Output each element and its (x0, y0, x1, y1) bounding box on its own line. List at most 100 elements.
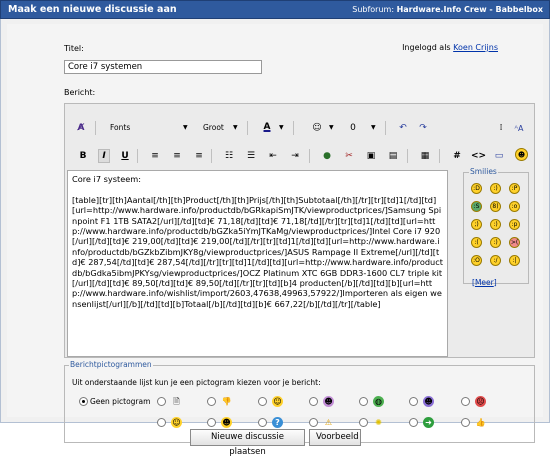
toggle-mode-icon[interactable]: ⁞ (495, 121, 507, 135)
logged-in-info: Ingelogd als Koen Crijns (402, 43, 498, 52)
smiley-shy-icon[interactable]: :) (490, 219, 501, 230)
pictogram-radio-thumbs-down[interactable] (207, 397, 216, 406)
php-icon[interactable]: ▭ (493, 149, 505, 163)
spellcheck-icon[interactable]: ᴬA (513, 121, 525, 135)
chevron-down-icon[interactable]: ▼ (371, 124, 376, 131)
subforum-label: Subforum: (352, 5, 395, 14)
smiley-confused-icon[interactable]: :o (509, 201, 520, 212)
more-smilies-link[interactable]: [Meer] (472, 278, 497, 287)
pictogram-radio-angry[interactable] (461, 397, 470, 406)
title-input[interactable] (64, 60, 262, 74)
pictogram-radio-idea[interactable] (359, 418, 368, 427)
align-right-icon[interactable]: ≡ (193, 149, 205, 163)
message-label: Bericht: (64, 88, 96, 97)
pictogram-radio-arrow[interactable] (409, 418, 418, 427)
toolbar-divider (293, 121, 294, 135)
chevron-down-icon[interactable]: ▼ (233, 124, 238, 131)
preview-button[interactable]: Voorbeeld (309, 429, 361, 446)
pictogram-radio-smile[interactable] (258, 397, 267, 406)
pictogram-radio-grin[interactable] (309, 397, 318, 406)
page-title: Maak een nieuwe discussie aan (8, 4, 177, 15)
window-header: Maak een nieuwe discussie aan Subforum: … (0, 0, 550, 19)
chevron-down-icon[interactable]: ▼ (183, 124, 188, 131)
smiley-frown-icon[interactable]: :| (509, 255, 520, 266)
cool-icon: ☻ (221, 417, 232, 428)
smilies-box: Smilies :D :) :P :S 8) :o ;) :) :p :( :)… (463, 167, 529, 287)
pictogram-radio-document[interactable] (157, 397, 166, 406)
toolbar-divider (407, 149, 408, 163)
thumbs-down-icon: 👎 (221, 397, 232, 406)
chevron-down-icon[interactable]: ▼ (329, 124, 334, 131)
insert-media-icon[interactable]: ▤ (387, 149, 399, 163)
smiley-icon[interactable]: ☻ (515, 148, 528, 161)
pictogram-radio-thumbs-up[interactable] (461, 418, 470, 427)
font-family-dropdown[interactable]: Fonts (110, 123, 130, 132)
smiley-sad-icon[interactable]: :( (471, 237, 482, 248)
message-textarea[interactable]: Core i7 systeem: [table][tr][th]Aantal[/… (67, 170, 448, 357)
rich-text-editor: A̸ Fonts ▼ Groot ▼ A ▼ ☺ ▼ 0 ▼ ↶ ↷ ⁞ ᴬA (64, 103, 535, 358)
insert-link-icon[interactable]: ● (321, 149, 333, 163)
align-left-icon[interactable]: ≡ (149, 149, 161, 163)
globe-icon: ◍ (373, 396, 384, 407)
smiley-wink-icon[interactable]: ;) (471, 219, 482, 230)
toolbar-divider (309, 149, 310, 163)
pictogram-radio-cool[interactable] (207, 418, 216, 427)
pictogram-radio-question[interactable] (258, 418, 267, 427)
chevron-down-icon[interactable]: ▼ (279, 124, 284, 131)
smilies-legend: Smilies (469, 167, 498, 176)
bold-icon[interactable]: B (77, 149, 89, 163)
font-style-icon[interactable]: A̸ (75, 121, 87, 135)
pictogram-legend: Berichtpictogrammen (69, 360, 153, 369)
question-icon: ? (272, 417, 283, 428)
insert-quote-icon[interactable]: ▦ (419, 149, 431, 163)
smiley-happy-icon[interactable]: :) (490, 183, 501, 194)
redo-icon[interactable]: ↷ (417, 121, 429, 135)
user-link[interactable]: Koen Crijns (453, 43, 498, 52)
smiley-smile-icon[interactable]: :) (490, 237, 501, 248)
underline-icon[interactable]: U (119, 149, 131, 163)
toolbar-divider (385, 121, 386, 135)
toolbar-divider (439, 149, 440, 163)
logged-in-prefix: Ingelogd als (402, 43, 451, 52)
code-icon[interactable]: <> (471, 149, 486, 163)
form-panel: Titel: Ingelogd als Koen Crijns Bericht:… (7, 24, 543, 443)
smiley-grin-icon[interactable]: :P (509, 183, 520, 194)
italic-icon[interactable]: I (98, 149, 110, 163)
indent-icon[interactable]: ⇥ (289, 149, 301, 163)
angry-icon: ☹ (475, 396, 486, 407)
lightbulb-icon: ✺ (375, 418, 382, 427)
undo-icon[interactable]: ↶ (397, 121, 409, 135)
pictogram-radio-globe[interactable] (359, 397, 368, 406)
insert-image-icon[interactable]: ▣ (365, 149, 377, 163)
pictogram-hint: Uit onderstaande lijst kun je een pictog… (72, 378, 321, 387)
thumbs-up-icon: 👍 (475, 418, 486, 427)
smiley-tongue-icon[interactable]: :p (509, 219, 520, 230)
pictogram-radio-happy[interactable] (157, 418, 166, 427)
toolbar-row-1: A̸ Fonts ▼ Groot ▼ A ▼ ☺ ▼ 0 ▼ ↶ ↷ ⁞ ᴬA (65, 117, 534, 139)
hash-icon[interactable]: # (451, 149, 463, 163)
smiley-eek-icon[interactable]: :O (471, 255, 482, 266)
smiley-roll-icon[interactable]: :/ (490, 255, 501, 266)
text-color-icon[interactable]: A (261, 120, 273, 134)
pictogram-radio-none[interactable] (79, 397, 88, 406)
ordered-list-icon[interactable]: ☷ (223, 149, 235, 163)
submit-discussion-button[interactable]: Nieuwe discussie plaatsen (190, 429, 305, 457)
smiley-laugh-icon[interactable]: :D (471, 183, 482, 194)
toolbar-divider (247, 121, 248, 135)
paperclip-icon[interactable]: 0 (347, 121, 359, 135)
pictogram-radio-warning[interactable] (309, 418, 318, 427)
remove-link-icon[interactable]: ✂ (343, 149, 355, 163)
smiley-angry-icon[interactable]: >( (509, 237, 520, 248)
grin-icon: ☻ (323, 396, 334, 407)
emoticon-icon[interactable]: ☺ (311, 121, 323, 135)
unordered-list-icon[interactable]: ☰ (245, 149, 257, 163)
outdent-icon[interactable]: ⇤ (267, 149, 279, 163)
pictogram-radio-alien[interactable] (409, 397, 418, 406)
align-center-icon[interactable]: ≡ (171, 149, 183, 163)
title-label: Titel: (64, 44, 84, 53)
smiley-sick-icon[interactable]: :S (471, 201, 482, 212)
toolbar-row-2: B I U ≡ ≡ ≡ ☷ ☰ ⇤ ⇥ ● ✂ ▣ ▤ ▦ # <> ▭ ☻ (65, 145, 534, 167)
smiley-cool-icon[interactable]: 8) (490, 201, 501, 212)
toolbar-divider (95, 121, 96, 135)
font-size-dropdown[interactable]: Groot (203, 123, 224, 132)
